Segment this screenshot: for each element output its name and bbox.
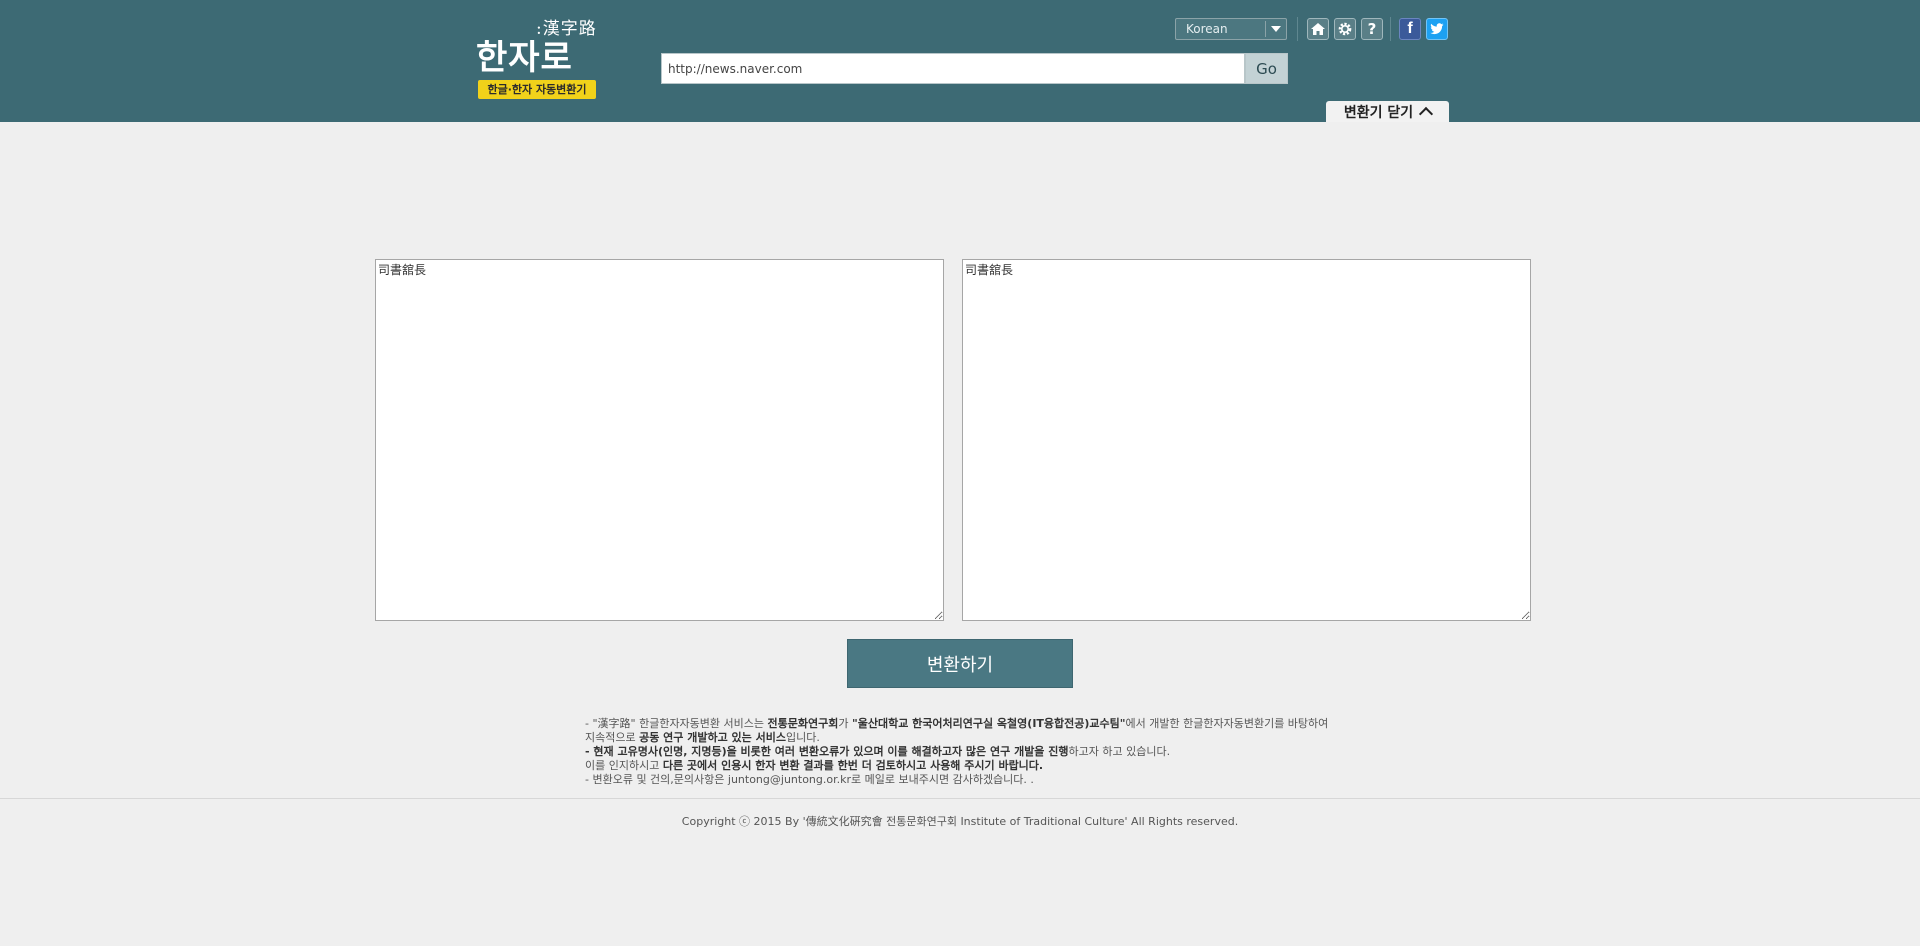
language-select-value: Korean (1186, 22, 1228, 36)
notice-text: - "漢字路" 한글한자자동변환 서비스는 전통문화연구회가 "울산대학교 한국… (585, 717, 1335, 787)
gear-icon[interactable] (1334, 18, 1356, 40)
notice-line-2: - 현재 고유명사(인명, 지명등)을 비롯한 여러 변환오류가 있으며 이를 … (585, 745, 1335, 759)
input-textarea[interactable]: 司書舘長 (375, 259, 944, 621)
notice-text-bold: 전통문화연구회 (767, 717, 839, 730)
notice-text-part: 입니다. (786, 731, 820, 744)
notice-text-bold: 공동 연구 개발하고 있는 서비스 (639, 731, 786, 744)
chevron-up-icon (1419, 106, 1434, 122)
logo-hangul: 한자로 (476, 38, 573, 78)
notice-line-4: - 변환오류 및 건의,문의사항은 juntong@juntong.or.kr로… (585, 773, 1034, 786)
notice-line-3: 이를 인지하시고 다른 곳에서 인용시 한자 변환 결과를 한번 더 검토하시고… (585, 759, 1335, 773)
close-converter-button[interactable]: 변환기 닫기 (1326, 101, 1449, 122)
notice-text-part: 하고자 하고 있습니다. (1068, 745, 1171, 758)
twitter-icon[interactable] (1426, 18, 1448, 40)
footer-divider (0, 798, 1920, 799)
notice-text-part: - "漢字路" 한글한자자동변환 서비스는 (585, 717, 768, 730)
site-logo[interactable]: :漢字路 한자로 한글·한자 자동변환기 (476, 14, 602, 104)
convert-button[interactable]: 변환하기 (847, 639, 1073, 688)
notice-text-bold: "울산대학교 한국어처리연구실 옥철영(IT융합전공)교수팀" (851, 717, 1126, 730)
notice-text-bold: 다른 곳에서 인용시 한자 변환 결과를 한번 더 검토하시고 사용해 주시기 … (662, 759, 1044, 772)
logo-tagline: 한글·한자 자동변환기 (478, 80, 596, 99)
notice-text-part: 가 (838, 717, 852, 730)
notice-line-1: - "漢字路" 한글한자자동변환 서비스는 전통문화연구회가 "울산대학교 한국… (585, 717, 1335, 745)
notice-text-part: 이를 인지하시고 (585, 759, 663, 772)
copyright: Copyright ⓒ 2015 By '傳統文化硏究會 전통문화연구회 Ins… (681, 815, 1239, 828)
header: :漢字路 한자로 한글·한자 자동변환기 Korean ? f Go 변환기 닫… (0, 0, 1920, 122)
language-select[interactable]: Korean (1175, 18, 1287, 40)
chevron-down-icon (1265, 21, 1286, 37)
facebook-icon[interactable]: f (1399, 18, 1421, 40)
output-textarea[interactable]: 司書舘長 (962, 259, 1531, 621)
close-converter-label: 변환기 닫기 (1343, 104, 1414, 121)
go-button[interactable]: Go (1245, 53, 1288, 84)
help-icon[interactable]: ? (1361, 18, 1383, 40)
notice-text-bold: - 현재 고유명사(인명, 지명등)을 비롯한 여러 변환오류가 있으며 이를 … (585, 745, 1069, 758)
divider (1390, 17, 1391, 41)
divider (1297, 17, 1298, 41)
url-input[interactable] (661, 53, 1245, 84)
home-icon[interactable] (1307, 18, 1329, 40)
